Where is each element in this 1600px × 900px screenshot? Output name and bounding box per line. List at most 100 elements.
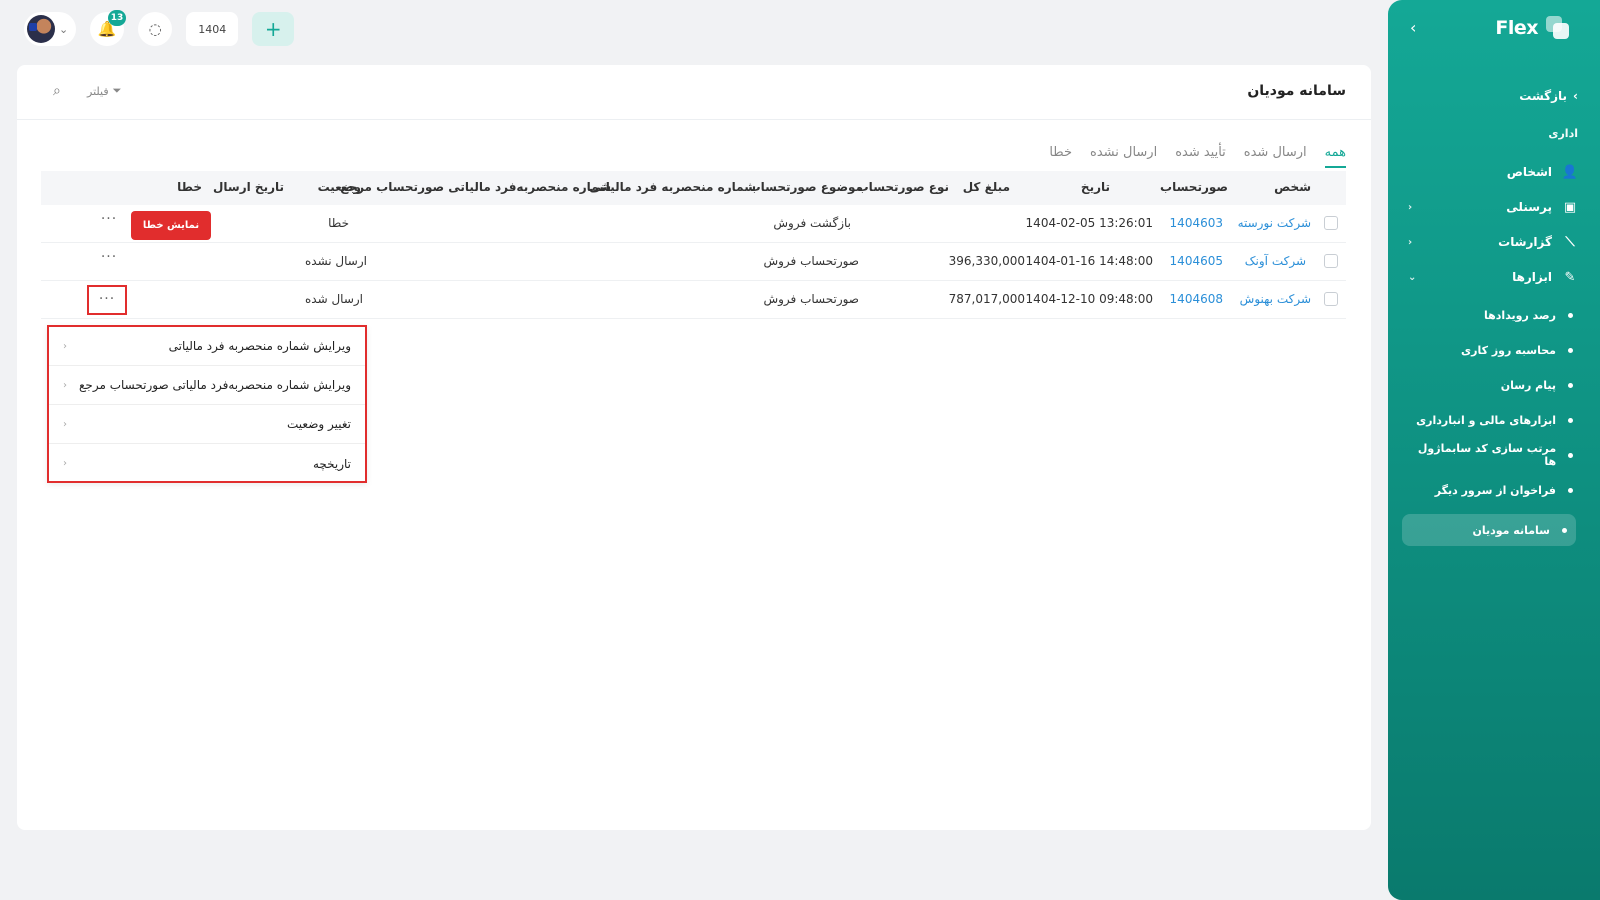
sidebar-subitem-finance-tools[interactable]: ابزارهای مالی و انبارداری [1408, 406, 1578, 434]
sidebar-item-label: پرسنلی [1506, 200, 1552, 214]
chat-button[interactable]: ◌ [138, 12, 173, 46]
invoices-table: شخص صورتحساب تاریخ مبلغ کل نوع صورتحساب … [41, 171, 1346, 319]
menu-item-label: تاریخچه [312, 456, 351, 471]
show-error-button[interactable]: نمایش خطا [131, 211, 211, 240]
person-link[interactable]: شرکت آونک [1245, 254, 1306, 268]
bullet-icon [1568, 452, 1573, 458]
status-cell: ارسال نشده [304, 254, 367, 268]
tab-error[interactable]: خطا [1049, 145, 1072, 168]
col-ref-taxid[interactable]: شماره منحصربه‌فرد مالیاتی صورتحساب مرجع [340, 180, 611, 194]
users-icon: 👤 [1561, 164, 1578, 180]
tab-all[interactable]: همه [1324, 145, 1346, 168]
tab-approved[interactable]: تأیید شده [1175, 145, 1226, 168]
bullet-icon [1568, 487, 1573, 493]
table-row[interactable]: شرکت نورسته 1404603 1404-02-05 13:26:01 … [41, 205, 1346, 243]
invoice-link[interactable]: 1404603 [1170, 216, 1223, 230]
col-subject[interactable]: موضوع صورتحساب [749, 180, 863, 194]
chevron-left-icon: ‹ [63, 379, 67, 391]
sidebar-subitem-taxpayer-system[interactable]: سامانه مودیان [1402, 514, 1576, 546]
card-header: سامانه مودیان ⌕ ⏷ فیلتر [17, 65, 1371, 120]
date-cell: 1404-01-16 14:48:00 [1025, 254, 1153, 268]
sidebar-subitem-workday[interactable]: محاسبه روز کاری [1408, 336, 1578, 364]
sidebar-item-personnel[interactable]: ▣ پرسنلی ‹ [1408, 193, 1578, 221]
status-tabs: همه ارسال شده تأیید شده ارسال نشده خطا [1049, 145, 1346, 168]
menu-item-history[interactable]: تاریخچه ‹ [49, 444, 365, 483]
bullet-icon [1568, 417, 1573, 423]
menu-item-change-status[interactable]: تغییر وضعیت ‹ [49, 405, 365, 444]
sidebar-subitem-label: پیام رسان [1500, 378, 1556, 392]
collapse-sidebar-icon[interactable]: ‹ [1410, 18, 1416, 37]
avatar [27, 15, 55, 43]
row-actions-button[interactable]: ··· [97, 249, 121, 265]
sidebar-subitem-label: مرتب سازی کد سابماژول ها [1417, 442, 1557, 468]
invoice-link[interactable]: 1404605 [1170, 254, 1223, 268]
menu-item-edit-taxid[interactable]: ویرایش شماره منحصربه فرد مالیاتی ‹ [49, 327, 365, 366]
person-link[interactable]: شرکت بهنوش [1240, 292, 1311, 306]
filter-button[interactable]: ⏷ فیلتر [87, 84, 121, 98]
sidebar-subitem-label: سامانه مودیان [1472, 523, 1550, 537]
status-cell: ارسال شده [304, 292, 363, 306]
col-taxid[interactable]: شماره منحصربه فرد مالیاتی [589, 180, 756, 194]
person-link[interactable]: شرکت نورسته [1238, 216, 1311, 230]
search-icon[interactable]: ⌕ [53, 83, 61, 99]
sidebar-item-reports[interactable]: ⟋ گزارشات ‹ [1408, 228, 1578, 256]
invoice-link[interactable]: 1404608 [1170, 292, 1223, 306]
row-context-menu: ویرایش شماره منحصربه فرد مالیاتی ‹ ویرای… [47, 325, 367, 483]
row-checkbox[interactable] [1324, 254, 1338, 268]
sidebar-subitem-messenger[interactable]: پیام رسان [1408, 371, 1578, 399]
sidebar-item-persons[interactable]: 👤 اشخاص [1408, 158, 1578, 186]
add-button[interactable]: + [252, 12, 295, 46]
sidebar-item-label: اشخاص [1506, 165, 1552, 179]
row-actions-button[interactable]: ··· [97, 211, 121, 227]
menu-item-label: ویرایش شماره منحصربه‌فرد مالیاتی صورتحسا… [79, 378, 351, 392]
tab-not-sent[interactable]: ارسال نشده [1090, 145, 1157, 168]
sidebar-subitem-remote-fetch[interactable]: فراخوان از سرور دیگر [1408, 476, 1578, 504]
col-total[interactable]: مبلغ کل [963, 180, 1010, 194]
subject-cell: صورتحساب فروش [763, 254, 859, 268]
table-row[interactable]: شرکت آونک 1404605 1404-01-16 14:48:00 39… [41, 243, 1346, 281]
sidebar-subitem-label: محاسبه روز کاری [1461, 343, 1556, 357]
id-card-icon: ▣ [1563, 199, 1577, 215]
bullet-icon [1568, 382, 1573, 388]
chat-icon: ◌ [148, 20, 162, 38]
menu-item-label: ویرایش شماره منحصربه فرد مالیاتی [168, 339, 351, 353]
chart-icon: ⟋ [1565, 234, 1575, 250]
sidebar-item-label: ابزارها [1512, 270, 1552, 284]
topbar: ⌄ 🔔 13 ◌ 1404 + [24, 10, 295, 46]
total-cell: 396,330,000 [948, 254, 1025, 268]
sidebar: Flex ‹ › بازگشت اداری 👤 اشخاص ▣ پرسنلی ‹… [1388, 0, 1600, 900]
pencil-icon: ✎ [1564, 269, 1576, 285]
date-cell: 1404-02-05 13:26:01 [1025, 216, 1153, 230]
col-sent-date[interactable]: تاریخ ارسال [213, 180, 284, 194]
notifications-button[interactable]: 🔔 13 [90, 10, 127, 46]
date-cell: 1404-12-10 09:48:00 [1025, 292, 1153, 306]
logo-mark-icon [1546, 16, 1570, 40]
row-actions-button-highlighted[interactable]: ··· [87, 285, 127, 315]
fiscal-year-selector[interactable]: 1404 [186, 12, 239, 46]
col-date[interactable]: تاریخ [1081, 180, 1110, 194]
col-status[interactable]: وضعیت [318, 180, 361, 194]
sidebar-subitem-sort-codes[interactable]: مرتب سازی کد سابماژول ها [1408, 441, 1578, 469]
menu-item-label: تغییر وضعیت [287, 417, 351, 431]
chevron-left-icon: ‹ [1408, 236, 1413, 248]
row-checkbox[interactable] [1324, 216, 1338, 230]
back-button[interactable]: › بازگشت [1519, 89, 1578, 103]
user-menu[interactable]: ⌄ [24, 12, 77, 46]
sidebar-item-tools[interactable]: ✎ ابزارها ⌄ [1408, 263, 1578, 291]
filter-label: فیلتر [87, 84, 109, 98]
row-checkbox[interactable] [1324, 292, 1338, 306]
menu-item-edit-ref-taxid[interactable]: ویرایش شماره منحصربه‌فرد مالیاتی صورتحسا… [49, 366, 365, 405]
col-invoice[interactable]: صورتحساب [1160, 180, 1228, 194]
tab-sent[interactable]: ارسال شده [1244, 145, 1307, 168]
col-person[interactable]: شخص [1274, 180, 1311, 194]
notification-count-badge: 13 [107, 10, 127, 26]
col-error[interactable]: خطا [177, 180, 202, 194]
funnel-icon: ⏷ [112, 84, 122, 97]
page-title: سامانه مودیان [1247, 83, 1346, 99]
table-row[interactable]: شرکت بهنوش 1404608 1404-12-10 09:48:00 7… [41, 281, 1346, 319]
sidebar-subitem-events[interactable]: رصد رویدادها [1408, 301, 1578, 329]
col-type[interactable]: نوع صورتحساب [857, 180, 949, 194]
logo: Flex [1495, 16, 1570, 40]
total-cell: 787,017,000 [948, 292, 1025, 306]
bullet-icon [1568, 347, 1573, 353]
